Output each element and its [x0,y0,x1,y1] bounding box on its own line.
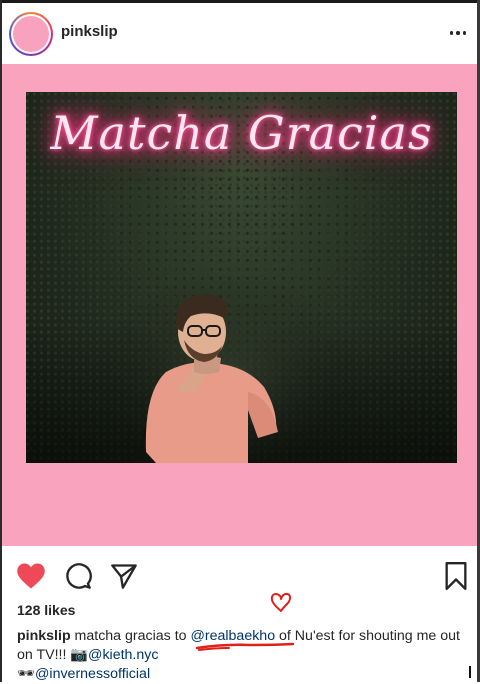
more-options-icon[interactable] [448,25,468,41]
hand-drawn-heart-icon [270,592,292,612]
post-actions-bar [0,556,480,596]
heart-filled-icon[interactable] [15,561,47,591]
caption-text: matcha gracias to [70,628,191,644]
avatar[interactable] [13,16,49,52]
post-caption: pinkslip matcha gracias to @realbaekho o… [17,627,465,684]
mention-link[interactable]: @invernessofficial [35,666,150,682]
likes-count[interactable]: 128 likes [17,602,75,618]
post-header: pinkslip [0,3,480,64]
person-figure [86,272,366,463]
comment-icon[interactable] [62,561,94,591]
post-username[interactable]: pinkslip [61,23,118,40]
mention-link[interactable]: @kieth.nyc [88,647,158,663]
post-photo[interactable]: Matcha Gracias [26,92,457,463]
caption-username[interactable]: pinkslip [17,628,71,644]
sunglasses-emoji: 🕶 [17,666,36,682]
bookmark-icon[interactable] [440,561,472,591]
text-cursor [469,666,471,678]
send-icon[interactable] [108,561,140,591]
camera-emoji: 📷 [70,647,89,663]
red-underline-annotation [195,642,295,651]
